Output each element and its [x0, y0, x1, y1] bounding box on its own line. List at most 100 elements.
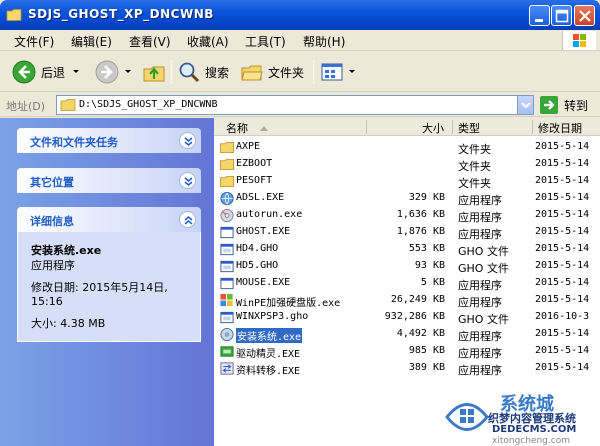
file-name: PESOFT: [236, 175, 273, 186]
file-type: 应用程序: [458, 211, 502, 224]
file-row[interactable]: PESOFT 文件夹 2015-5-14: [214, 173, 600, 190]
expand-chevron-icon[interactable]: [179, 172, 196, 189]
address-label: 地址(D): [6, 100, 46, 113]
search-icon: [179, 62, 200, 83]
window-title: SDJS_GHOST_XP_DNCWNB: [28, 7, 214, 21]
file-name: AXPE: [236, 141, 261, 152]
file-modified: 2016-10-3: [535, 311, 590, 322]
forward-button[interactable]: [95, 59, 133, 85]
close-button[interactable]: [574, 5, 595, 26]
file-type: GHO 文件: [458, 245, 509, 258]
menu-help[interactable]: 帮助(H): [303, 33, 345, 50]
toolbar-separator: [171, 60, 172, 84]
details-file-type: 应用程序: [31, 259, 75, 272]
windows-logo-icon: [562, 31, 596, 50]
views-button[interactable]: [320, 59, 357, 85]
file-type: 应用程序: [458, 347, 502, 360]
minimize-button[interactable]: [529, 5, 550, 26]
gho-file-icon: [220, 260, 234, 273]
file-name: HD5.GHO: [236, 260, 279, 271]
file-size: 4,492 KB: [396, 328, 445, 339]
search-button[interactable]: 搜索: [177, 59, 229, 85]
file-row[interactable]: GHOST.EXE 1,876 KB 应用程序 2015-5-14: [214, 224, 600, 241]
close-icon: [579, 10, 591, 22]
up-folder-icon: [143, 66, 165, 82]
chevron-down-icon: [521, 102, 531, 109]
details-file-name: 安装系统.exe: [31, 244, 102, 257]
collapse-chevron-icon[interactable]: [179, 211, 196, 228]
expand-chevron-icon[interactable]: [179, 132, 196, 149]
transfer-app-icon: [220, 362, 234, 375]
other-places-panel: 其它位置: [17, 168, 201, 193]
up-folder-button[interactable]: [142, 59, 166, 85]
details-size: 大小: 4.38 MB: [31, 317, 187, 331]
file-row[interactable]: HD4.GHO 553 KB GHO 文件 2015-5-14: [214, 241, 600, 258]
column-divider[interactable]: [366, 120, 367, 134]
file-size: 985 KB: [408, 345, 445, 356]
go-button[interactable]: 转到: [540, 96, 588, 114]
sort-ascending-icon: [260, 126, 268, 131]
address-bar: 地址(D) D:\SDJS_GHOST_XP_DNCWNB 转到: [0, 93, 600, 117]
file-size: 5 KB: [420, 277, 445, 288]
maximize-button[interactable]: [551, 5, 572, 26]
file-type: 应用程序: [458, 228, 502, 241]
file-row[interactable]: 资料转移.EXE 389 KB 应用程序 2015-5-14: [214, 360, 600, 377]
menu-edit[interactable]: 编辑(E): [71, 33, 112, 50]
globe-app-icon: [220, 191, 234, 206]
setup-app-icon: [220, 327, 234, 342]
file-modified: 2015-5-14: [535, 209, 590, 220]
file-row[interactable]: AXPE 文件夹 2015-5-14: [214, 139, 600, 156]
go-arrow-icon: [540, 96, 558, 114]
file-row[interactable]: ADSL.EXE 329 KB 应用程序 2015-5-14: [214, 190, 600, 207]
column-header: 名称 大小 类型 修改日期: [214, 118, 600, 136]
panel-header[interactable]: 详细信息: [17, 207, 201, 232]
maximize-icon: [555, 9, 569, 23]
back-button[interactable]: 后退: [12, 59, 81, 85]
file-name: MOUSE.EXE: [236, 277, 291, 288]
column-type[interactable]: 类型: [458, 120, 480, 136]
file-modified: 2015-5-14: [535, 277, 590, 288]
menu-favorites[interactable]: 收藏(A): [187, 33, 229, 50]
back-arrow-icon: [12, 60, 36, 84]
address-field[interactable]: D:\SDJS_GHOST_XP_DNCWNB: [56, 95, 534, 115]
site-logo-icon: [445, 403, 489, 431]
panel-header[interactable]: 文件和文件夹任务: [17, 128, 201, 153]
file-name: 资料转移.EXE: [236, 366, 301, 377]
folders-label: 文件夹: [268, 65, 305, 80]
file-modified: 2015-5-14: [535, 141, 590, 152]
column-divider[interactable]: [532, 120, 533, 134]
column-size[interactable]: 大小: [422, 120, 444, 136]
file-row[interactable]: EZBOOT 文件夹 2015-5-14: [214, 156, 600, 173]
file-row[interactable]: autorun.exe 1,636 KB 应用程序 2015-5-14: [214, 207, 600, 224]
column-name[interactable]: 名称: [226, 120, 248, 136]
search-label: 搜索: [205, 65, 230, 80]
file-row[interactable]: WinPE加强硬盘版.exe 26,249 KB 应用程序 2015-5-14: [214, 292, 600, 309]
column-modified[interactable]: 修改日期: [538, 120, 582, 136]
file-row[interactable]: WINXPSP3.gho 932,286 KB GHO 文件 2016-10-3: [214, 309, 600, 326]
watermark-url-secondary: xitongcheng.com: [492, 436, 570, 446]
file-modified: 2015-5-14: [535, 175, 590, 186]
address-dropdown-button[interactable]: [517, 96, 533, 114]
driver-app-icon: [220, 346, 234, 357]
cd-app-icon: [220, 208, 234, 223]
file-row[interactable]: MOUSE.EXE 5 KB 应用程序 2015-5-14: [214, 275, 600, 292]
toolbar-separator: [313, 60, 314, 84]
panel-header[interactable]: 其它位置: [17, 168, 201, 193]
file-row[interactable]: 驱动精灵.EXE 985 KB 应用程序 2015-5-14: [214, 343, 600, 360]
details-body: 安装系统.exe 应用程序 修改日期: 2015年5月14日, 15:16 大小…: [17, 232, 201, 342]
back-label: 后退: [41, 65, 66, 80]
file-modified: 2015-5-14: [535, 294, 590, 305]
folders-button[interactable]: 文件夹: [240, 59, 304, 85]
menu-view[interactable]: 查看(V): [129, 33, 171, 50]
file-row[interactable]: 安装系统.exe 4,492 KB 应用程序 2015-5-14: [214, 326, 600, 343]
column-divider[interactable]: [452, 120, 453, 134]
task-pane: 文件和文件夹任务 其它位置 详细信息 安装系统.exe 应用程序 修改日期: 2…: [0, 118, 214, 446]
file-row[interactable]: HD5.GHO 93 KB GHO 文件 2015-5-14: [214, 258, 600, 275]
menu-file[interactable]: 文件(F): [14, 33, 54, 50]
menu-bar: 文件(F) 编辑(E) 查看(V) 收藏(A) 工具(T) 帮助(H): [0, 30, 600, 51]
file-name: autorun.exe: [236, 209, 303, 220]
file-size: 1,636 KB: [396, 209, 445, 220]
folder-icon: [220, 175, 234, 188]
file-modified: 2015-5-14: [535, 158, 590, 169]
menu-tools[interactable]: 工具(T): [245, 33, 286, 50]
